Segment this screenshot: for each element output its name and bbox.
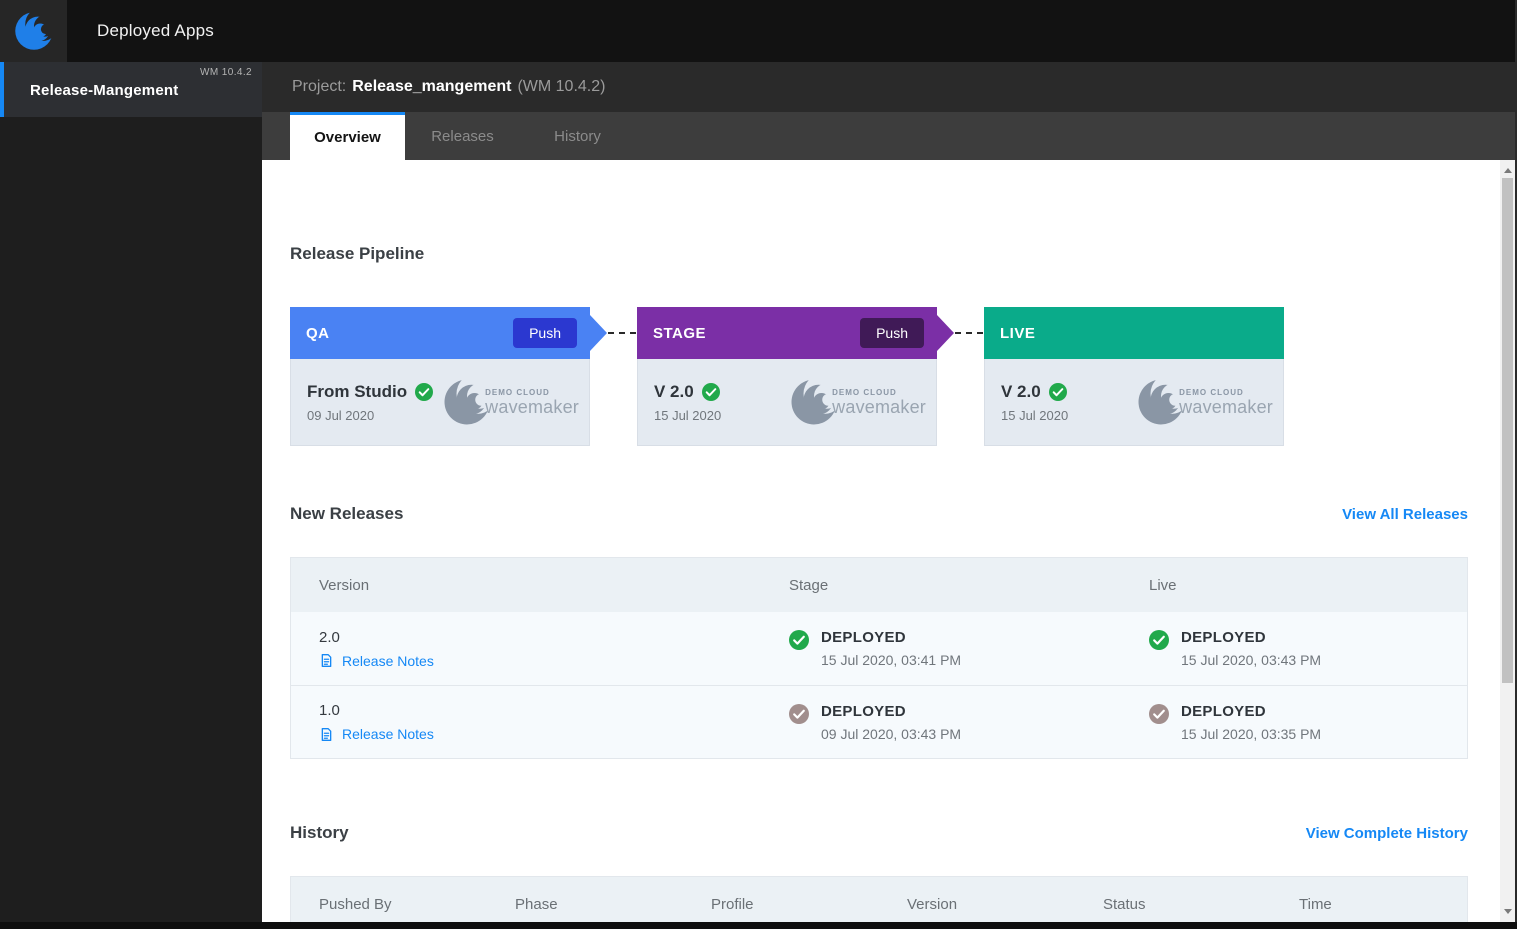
- stage-success-check-icon: [701, 382, 720, 401]
- live-version: V 2.0: [1001, 381, 1041, 401]
- column-phase: Phase: [515, 895, 558, 913]
- stage-date: 15 Jul 2020: [654, 407, 722, 423]
- document-icon: [321, 654, 332, 667]
- project-sidebar: WM 10.4.2 Release-Mangement: [0, 62, 262, 929]
- new-releases-heading: New Releases: [290, 504, 404, 523]
- stage-time: 15 Jul 2020, 03:41 PM: [821, 652, 962, 668]
- pipeline-card-live: LIVE V 2.0 15 Jul 2020 DEMO CLOUD wavema…: [984, 307, 1284, 446]
- project-bar: Project: Release_mangement (WM 10.4.2): [262, 62, 1517, 112]
- row-version: 1.0: [319, 702, 340, 719]
- qa-date: 09 Jul 2020: [307, 407, 375, 423]
- wavemaker-wave-icon: [443, 378, 492, 426]
- table-row: 1.0 Release Notes DEPLOYED 09 Jul 2020, …: [291, 685, 1467, 758]
- column-profile: Profile: [711, 895, 754, 913]
- column-time: Time: [1299, 895, 1332, 913]
- release-notes-link[interactable]: Release Notes: [319, 726, 761, 742]
- live-date: 15 Jul 2020: [1001, 407, 1069, 423]
- column-pushed-by: Pushed By: [319, 895, 392, 913]
- live-card-header: LIVE: [984, 307, 1284, 359]
- stage-arrow-icon: [937, 315, 954, 351]
- column-version: Version: [907, 895, 958, 913]
- qa-push-button[interactable]: Push: [513, 318, 577, 348]
- sidebar-item-version: WM 10.4.2: [200, 67, 252, 78]
- table-row: 2.0 Release Notes DEPLOYED 15 Jul 2020, …: [291, 612, 1467, 685]
- wavemaker-wave-icon: [13, 11, 54, 51]
- qa-card-header: QA Push: [290, 307, 607, 359]
- stage-status: DEPLOYED: [821, 629, 906, 646]
- wavemaker-wave-icon: [1137, 378, 1186, 426]
- demo-cloud-logo: DEMO CLOUD wavemaker: [443, 378, 579, 426]
- stage-card-header: STAGE Push: [637, 307, 954, 359]
- deployed-apps-window: Deployed Apps WM 10.4.2 Release-Mangemen…: [0, 0, 1517, 929]
- scrollbar-thumb[interactable]: [1502, 178, 1513, 683]
- qa-stage-connector: [608, 332, 636, 334]
- qa-arrow-icon: [590, 315, 607, 351]
- sidebar-item-release-mangement[interactable]: WM 10.4.2 Release-Mangement: [0, 62, 262, 117]
- wavemaker-label: wavemaker: [485, 396, 579, 417]
- release-pipeline-heading: Release Pipeline: [290, 244, 425, 263]
- app-title: Deployed Apps: [97, 21, 214, 40]
- top-bar: Deployed Apps: [0, 0, 1517, 62]
- qa-card-body: From Studio 09 Jul 2020 DEMO CLOUD wavem…: [290, 359, 590, 446]
- deployed-check-icon: [789, 630, 809, 650]
- wavemaker-label: wavemaker: [1179, 396, 1273, 417]
- stage-live-connector: [955, 332, 983, 334]
- stage-push-button[interactable]: Push: [860, 318, 924, 348]
- history-heading: History: [290, 823, 349, 842]
- stage-status: DEPLOYED: [821, 702, 906, 720]
- tab-overview[interactable]: Overview: [290, 112, 405, 160]
- live-status: DEPLOYED: [1181, 629, 1266, 646]
- row-version: 2.0: [319, 628, 340, 646]
- column-version: Version: [319, 576, 370, 594]
- column-stage: Stage: [789, 576, 829, 594]
- view-all-releases-link[interactable]: View All Releases: [1342, 506, 1468, 523]
- previous-deploy-check-icon: [789, 703, 809, 724]
- stage-time: 09 Jul 2020, 03:43 PM: [821, 725, 962, 742]
- live-time: 15 Jul 2020, 03:43 PM: [1181, 652, 1322, 668]
- view-complete-history-link[interactable]: View Complete History: [1306, 825, 1468, 842]
- live-time: 15 Jul 2020, 03:35 PM: [1181, 725, 1322, 742]
- live-success-check-icon: [1048, 382, 1067, 401]
- demo-cloud-logo: DEMO CLOUD wavemaker: [790, 378, 926, 426]
- demo-cloud-label: DEMO CLOUD: [485, 387, 550, 397]
- window-bottom-bar: [0, 922, 1517, 929]
- project-name: Release_mangement: [352, 78, 512, 95]
- qa-version: From Studio: [307, 381, 408, 401]
- project-label: Project:: [292, 78, 347, 95]
- column-live: Live: [1149, 576, 1177, 594]
- demo-cloud-label: DEMO CLOUD: [1179, 387, 1244, 397]
- release-pipeline: QA Push From Studio 09 Jul 2020 DEMO CLO…: [290, 307, 1468, 446]
- tab-releases[interactable]: Releases: [405, 112, 520, 160]
- wavemaker-label: wavemaker: [832, 396, 926, 417]
- tab-strip: Overview Releases History: [262, 112, 1517, 160]
- stage-version: V 2.0: [654, 381, 694, 401]
- qa-stage-name: QA: [306, 324, 330, 342]
- live-stage-name: LIVE: [1000, 324, 1036, 342]
- tab-history[interactable]: History: [520, 112, 635, 160]
- stage-card-body: V 2.0 15 Jul 2020 DEMO CLOUD wavemaker: [637, 359, 937, 446]
- live-status: DEPLOYED: [1181, 702, 1266, 720]
- release-notes-link[interactable]: Release Notes: [319, 653, 761, 669]
- document-icon: [321, 727, 332, 741]
- overview-panel: Release Pipeline QA Push From Studio 09 …: [262, 160, 1500, 929]
- new-releases-table-header: Version Stage Live: [291, 558, 1467, 612]
- pipeline-card-qa: QA Push From Studio 09 Jul 2020 DEMO CLO…: [290, 307, 636, 446]
- project-version: (WM 10.4.2): [517, 78, 606, 95]
- deployed-check-icon: [1149, 630, 1169, 650]
- column-status: Status: [1103, 895, 1146, 913]
- scroll-down-arrow-icon[interactable]: [1500, 903, 1515, 919]
- pipeline-card-stage: STAGE Push V 2.0 15 Jul 2020 DEMO CLOUD …: [637, 307, 983, 446]
- wavemaker-logo[interactable]: [0, 0, 67, 62]
- sidebar-item-label: Release-Mangement: [30, 82, 179, 99]
- wavemaker-wave-icon: [790, 378, 839, 426]
- previous-deploy-check-icon: [1149, 703, 1169, 724]
- stage-stage-name: STAGE: [653, 324, 707, 342]
- scroll-up-arrow-icon[interactable]: [1500, 162, 1515, 178]
- demo-cloud-logo: DEMO CLOUD wavemaker: [1137, 378, 1273, 426]
- qa-success-check-icon: [415, 382, 434, 401]
- vertical-scrollbar[interactable]: [1500, 160, 1515, 929]
- demo-cloud-label: DEMO CLOUD: [832, 387, 897, 397]
- live-card-body: V 2.0 15 Jul 2020 DEMO CLOUD wavemaker: [984, 359, 1284, 446]
- new-releases-table: Version Stage Live 2.0 Release Notes DEP…: [290, 557, 1468, 759]
